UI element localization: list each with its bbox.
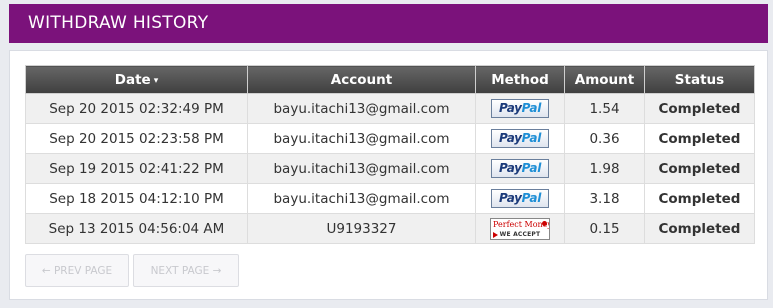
we-accept-label: WE ACCEPT xyxy=(499,230,541,238)
date-cell: Sep 13 2015 04:56:04 AM xyxy=(25,213,248,244)
table-row: Sep 18 2015 04:12:10 PM bayu.itachi13@gm… xyxy=(25,183,755,214)
table-header-row: Date ▾ Account Method Amount Status xyxy=(25,65,755,94)
amount-cell: 1.98 xyxy=(564,153,645,184)
account-cell: bayu.itachi13@gmail.com xyxy=(247,153,476,184)
table-row: Sep 19 2015 02:41:22 PM bayu.itachi13@gm… xyxy=(25,153,755,184)
method-cell: PayPal xyxy=(475,153,565,184)
method-cell: PayPal xyxy=(475,93,565,124)
paypal-logo: PayPal xyxy=(491,189,549,208)
withdraw-history-panel: Date ▾ Account Method Amount Status Sep 2… xyxy=(9,50,768,300)
date-cell: Sep 20 2015 02:32:49 PM xyxy=(25,93,248,124)
account-cell: bayu.itachi13@gmail.com xyxy=(247,93,476,124)
status-cell: Completed xyxy=(644,183,755,214)
table-row: Sep 13 2015 04:56:04 AM U9193327 Perfect… xyxy=(25,213,755,244)
status-cell: Completed xyxy=(644,213,755,244)
account-cell: U9193327 xyxy=(247,213,476,244)
prev-page-button[interactable]: ← PREV PAGE xyxy=(25,254,129,287)
withdraw-history-table: Date ▾ Account Method Amount Status Sep 2… xyxy=(25,65,755,244)
amount-cell: 3.18 xyxy=(564,183,645,214)
status-cell: Completed xyxy=(644,153,755,184)
next-page-button[interactable]: NEXT PAGE → xyxy=(133,254,239,287)
paypal-logo: PayPal xyxy=(491,99,549,118)
date-cell: Sep 19 2015 02:41:22 PM xyxy=(25,153,248,184)
column-header-status[interactable]: Status xyxy=(644,65,755,94)
paypal-logo: PayPal xyxy=(491,129,549,148)
perfect-money-logo: Perfect Money WE ACCEPT xyxy=(490,217,550,240)
method-cell: PayPal xyxy=(475,183,565,214)
amount-cell: 1.54 xyxy=(564,93,645,124)
status-cell: Completed xyxy=(644,93,755,124)
table-row: Sep 20 2015 02:23:58 PM bayu.itachi13@gm… xyxy=(25,123,755,154)
column-header-date[interactable]: Date ▾ xyxy=(25,65,248,94)
paypal-logo: PayPal xyxy=(491,159,549,178)
page-header: WITHDRAW HISTORY xyxy=(9,4,768,43)
date-cell: Sep 18 2015 04:12:10 PM xyxy=(25,183,248,214)
method-cell: Perfect Money WE ACCEPT xyxy=(475,213,565,244)
column-header-account[interactable]: Account xyxy=(247,65,476,94)
table-row: Sep 20 2015 02:32:49 PM bayu.itachi13@gm… xyxy=(25,93,755,124)
account-cell: bayu.itachi13@gmail.com xyxy=(247,123,476,154)
status-cell: Completed xyxy=(644,123,755,154)
sort-desc-icon: ▾ xyxy=(153,75,159,86)
account-cell: bayu.itachi13@gmail.com xyxy=(247,183,476,214)
column-header-method[interactable]: Method xyxy=(475,65,565,94)
amount-cell: 0.36 xyxy=(564,123,645,154)
page-title: WITHDRAW HISTORY xyxy=(28,13,209,33)
amount-cell: 0.15 xyxy=(564,213,645,244)
method-cell: PayPal xyxy=(475,123,565,154)
perfect-money-dot-icon xyxy=(542,220,547,226)
column-header-amount[interactable]: Amount xyxy=(564,65,645,94)
date-cell: Sep 20 2015 02:23:58 PM xyxy=(25,123,248,154)
